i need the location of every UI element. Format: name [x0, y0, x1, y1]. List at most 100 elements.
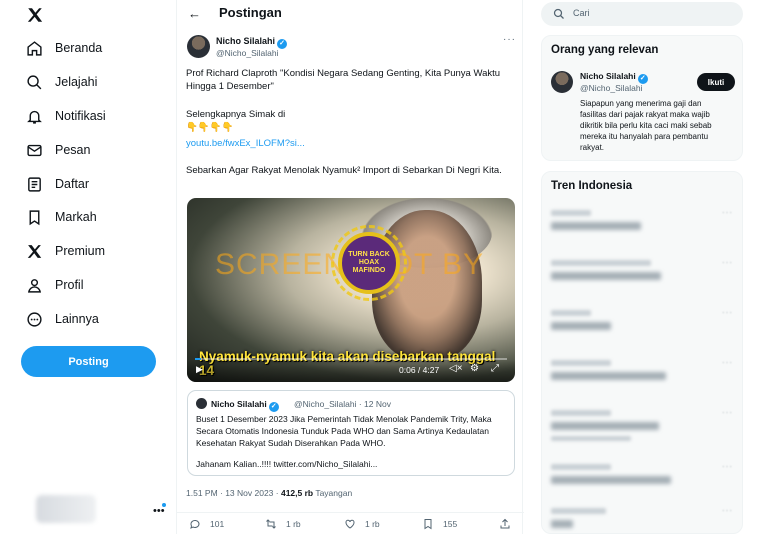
post-text-3: Sebarkan Agar Rakyat Menolak Nyamuk² Imp… [186, 165, 502, 176]
author-handle[interactable]: @Nicho_Silalahi [216, 48, 279, 58]
video-progress-fill [195, 358, 202, 360]
notification-dot [162, 503, 166, 507]
quoted-text: Buset 1 Desember 2023 Jika Pemerintah Ti… [196, 414, 492, 448]
video-time: 0:06 / 4:27 [399, 365, 440, 375]
repost-icon [266, 519, 276, 529]
more-circle-icon [27, 311, 42, 327]
sidebar-item-profil[interactable]: Profil [26, 274, 83, 296]
follow-button[interactable]: Ikuti [697, 73, 735, 91]
sidebar-item-notifikasi[interactable]: Notifikasi [26, 105, 106, 127]
relevant-bio: Siapapun yang menerima gaji dan fasilita… [580, 99, 712, 152]
trend-name [551, 222, 641, 230]
trend-more-icon[interactable]: ··· [722, 462, 733, 471]
trend-more-icon[interactable]: ··· [722, 258, 733, 267]
x-logo-icon[interactable] [26, 6, 44, 24]
turnbackhoax-seal-logo: TURN BACK HOAX MAFINDO [338, 232, 400, 294]
trend-item[interactable] [551, 360, 666, 380]
reply-button[interactable]: 101 [189, 518, 224, 530]
post-emojis: 👇👇👇👇 [186, 122, 234, 133]
video-progress-bar[interactable] [195, 358, 507, 360]
play-icon[interactable]: ▶ [196, 364, 203, 375]
like-button[interactable]: 1 rb [344, 518, 380, 530]
trend-meta [551, 260, 651, 266]
trend-item[interactable] [551, 260, 661, 280]
sidebar-item-lainnya[interactable]: Lainnya [26, 308, 99, 330]
list-icon [28, 176, 41, 192]
reply-icon [190, 519, 200, 529]
bookmark-icon [424, 519, 432, 530]
verified-badge-icon: ✓ [268, 402, 279, 412]
sidebar-item-pesan[interactable]: Pesan [26, 139, 90, 161]
trend-item[interactable] [551, 410, 659, 441]
sidebar-item-label: Markah [55, 210, 97, 224]
post-button[interactable]: Posting [21, 346, 156, 377]
quoted-meta: @Nicho_Silalahi · 12 Nov [294, 399, 391, 409]
search-icon [553, 8, 564, 19]
bookmark-icon [29, 209, 40, 225]
bookmark-button[interactable]: 155 [422, 518, 457, 530]
post-link[interactable]: youtu.be/fwxEx_ILOFM?si... [186, 137, 516, 150]
like-count: 1 rb [365, 519, 380, 529]
trend-more-icon[interactable]: ··· [722, 358, 733, 367]
post-actions: 101 1 rb 1 rb 155 [177, 512, 524, 532]
sidebar-item-daftar[interactable]: Daftar [26, 173, 89, 195]
quoted-author: Nicho Silalahi ✓ [211, 399, 279, 412]
sidebar-item-label: Beranda [55, 41, 103, 55]
sidebar-item-label: Jelajahi [55, 75, 98, 89]
sidebar-item-markah[interactable]: Markah [26, 206, 97, 228]
sidebar-item-label: Premium [55, 244, 106, 258]
trend-meta [551, 464, 611, 470]
settings-icon[interactable]: ⚙ [470, 363, 479, 374]
trend-more-icon[interactable]: ··· [722, 208, 733, 217]
trend-meta [551, 360, 611, 366]
quoted-post[interactable]: Nicho Silalahi ✓ @Nicho_Silalahi · 12 Nov… [187, 390, 515, 476]
trend-more-icon[interactable]: ··· [722, 506, 733, 515]
trend-extra [551, 436, 631, 441]
trend-name [551, 322, 611, 330]
fullscreen-icon[interactable]: ⤢ [491, 363, 499, 374]
more-options-icon[interactable]: ··· [503, 34, 516, 45]
avatar[interactable] [551, 71, 573, 93]
relevant-people-card: Orang yang relevan Nicho Silalahi ✓ @Nich… [541, 35, 743, 161]
quoted-text-2: Jahanam Kalian..!!!! twitter.com/Nicho_S… [196, 459, 378, 469]
search-box[interactable]: Cari [541, 2, 743, 26]
reply-count: 101 [210, 519, 225, 529]
sidebar-item-beranda[interactable]: Beranda [26, 37, 102, 59]
sidebar-item-jelajahi[interactable]: Jelajahi [26, 71, 97, 93]
repost-button[interactable]: 1 rb [265, 518, 301, 530]
trend-item[interactable] [551, 310, 611, 330]
bell-icon [27, 110, 42, 124]
post-text-2: Selengkapnya Simak di [186, 109, 286, 120]
volume-icon[interactable]: ◁× [449, 363, 463, 374]
trend-item[interactable] [551, 210, 641, 230]
trend-name [551, 476, 671, 484]
home-icon [27, 40, 42, 56]
share-button[interactable] [499, 518, 520, 530]
trend-meta [551, 508, 606, 514]
author-name-text[interactable]: Nicho Silalahi [216, 36, 275, 46]
sidebar-item-premium[interactable]: Premium [26, 240, 105, 262]
relevant-handle[interactable]: @Nicho_Silalahi [580, 83, 643, 93]
trend-more-icon[interactable]: ··· [722, 308, 733, 317]
view-count: 412,5 rb [280, 488, 314, 498]
trend-name [551, 272, 661, 280]
left-sidebar: Beranda Jelajahi Notifikasi Pesan Daftar… [0, 0, 175, 534]
relevant-name-text[interactable]: Nicho Silalahi [580, 71, 636, 81]
avatar[interactable] [187, 35, 210, 58]
post-text-1: Prof Richard Claproth "Kondisi Negara Se… [186, 68, 501, 92]
seal-org-text: MAFINDO [352, 267, 386, 274]
trend-more-icon[interactable]: ··· [722, 408, 733, 417]
seal-text: TURN BACK HOAX MAFINDO [342, 251, 396, 275]
view-label: Tayangan [313, 488, 353, 498]
top-bar: ← Postingan [177, 0, 524, 28]
quoted-author-name: Nicho Silalahi [211, 399, 267, 409]
seal-main-text: TURN BACK HOAX [348, 251, 390, 266]
search-placeholder: Cari [573, 8, 590, 18]
trend-item[interactable] [551, 464, 671, 484]
post-timestamp[interactable]: 1.51 PM · 13 Nov 2023 · [186, 488, 281, 498]
bookmark-count: 155 [443, 519, 458, 529]
back-arrow-icon[interactable]: ← [188, 6, 201, 21]
account-switcher-blurred[interactable] [36, 495, 96, 523]
trend-name [551, 372, 666, 380]
trend-item[interactable] [551, 508, 606, 528]
